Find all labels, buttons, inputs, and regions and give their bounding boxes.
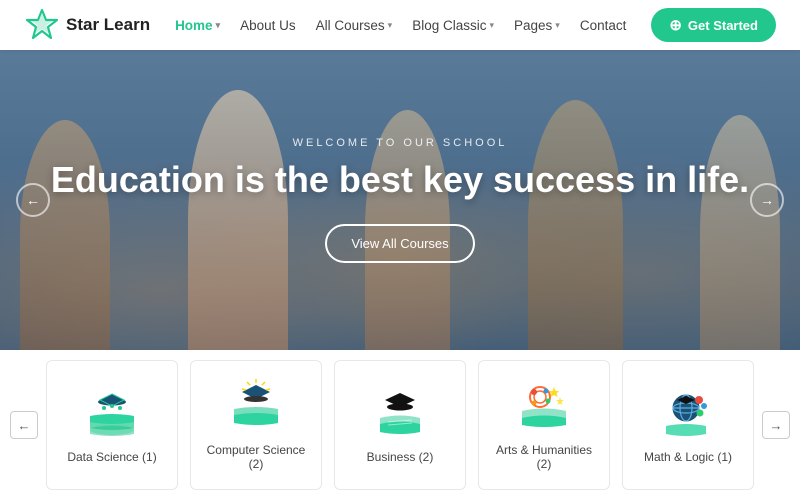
- brand-logo-icon: [24, 7, 60, 43]
- computer-science-icon: [224, 379, 288, 433]
- categories-prev-button[interactable]: ←: [10, 411, 38, 439]
- brand: Star Learn: [24, 7, 150, 43]
- get-started-button[interactable]: ⊕ Get Started: [651, 8, 776, 42]
- math-icon: [656, 386, 720, 440]
- hero-subtitle: WELCOME TO OUR SCHOOL: [51, 137, 749, 149]
- home-dropdown-icon: ▾: [216, 20, 221, 31]
- hero-next-button[interactable]: →: [750, 183, 784, 217]
- pages-dropdown-icon: ▾: [555, 20, 560, 31]
- view-all-courses-button[interactable]: View All Courses: [325, 224, 474, 263]
- category-card-computer-science[interactable]: Computer Science (2): [190, 360, 322, 490]
- arts-icon: [512, 379, 576, 433]
- categories-section: ←: [0, 350, 800, 500]
- arts-label: Arts & Humanities (2): [489, 443, 599, 471]
- hero-prev-button[interactable]: ←: [16, 183, 50, 217]
- nav-about[interactable]: About Us: [240, 18, 296, 33]
- category-card-math[interactable]: Math & Logic (1): [622, 360, 754, 490]
- hero-section: ← WELCOME TO OUR SCHOOL Education is the…: [0, 50, 800, 350]
- categories-next-button[interactable]: →: [762, 411, 790, 439]
- computer-science-label: Computer Science (2): [201, 443, 311, 471]
- blog-dropdown-icon: ▾: [489, 20, 494, 31]
- hero-title: Education is the best key success in lif…: [51, 159, 749, 200]
- nav-pages[interactable]: Pages ▾: [514, 18, 560, 33]
- business-label: Business (2): [367, 450, 434, 464]
- nav-home[interactable]: Home ▾: [175, 18, 220, 33]
- category-card-arts[interactable]: Arts & Humanities (2): [478, 360, 610, 490]
- courses-dropdown-icon: ▾: [388, 20, 393, 31]
- data-science-label: Data Science (1): [67, 450, 156, 464]
- nav-contact[interactable]: Contact: [580, 18, 627, 33]
- plus-circle-icon: ⊕: [669, 16, 682, 34]
- brand-name: Star Learn: [66, 15, 150, 35]
- math-label: Math & Logic (1): [644, 450, 732, 464]
- business-icon: [368, 386, 432, 440]
- data-science-icon: [80, 386, 144, 440]
- nav-links: Home ▾ About Us All Courses ▾ Blog Class…: [175, 18, 626, 33]
- navbar: Star Learn Home ▾ About Us All Courses ▾…: [0, 0, 800, 50]
- hero-content: WELCOME TO OUR SCHOOL Education is the b…: [51, 137, 749, 263]
- categories-grid: Data Science (1): [40, 360, 760, 490]
- category-card-data-science[interactable]: Data Science (1): [46, 360, 178, 490]
- category-card-business[interactable]: Business (2): [334, 360, 466, 490]
- nav-courses[interactable]: All Courses ▾: [316, 18, 393, 33]
- nav-blog[interactable]: Blog Classic ▾: [412, 18, 494, 33]
